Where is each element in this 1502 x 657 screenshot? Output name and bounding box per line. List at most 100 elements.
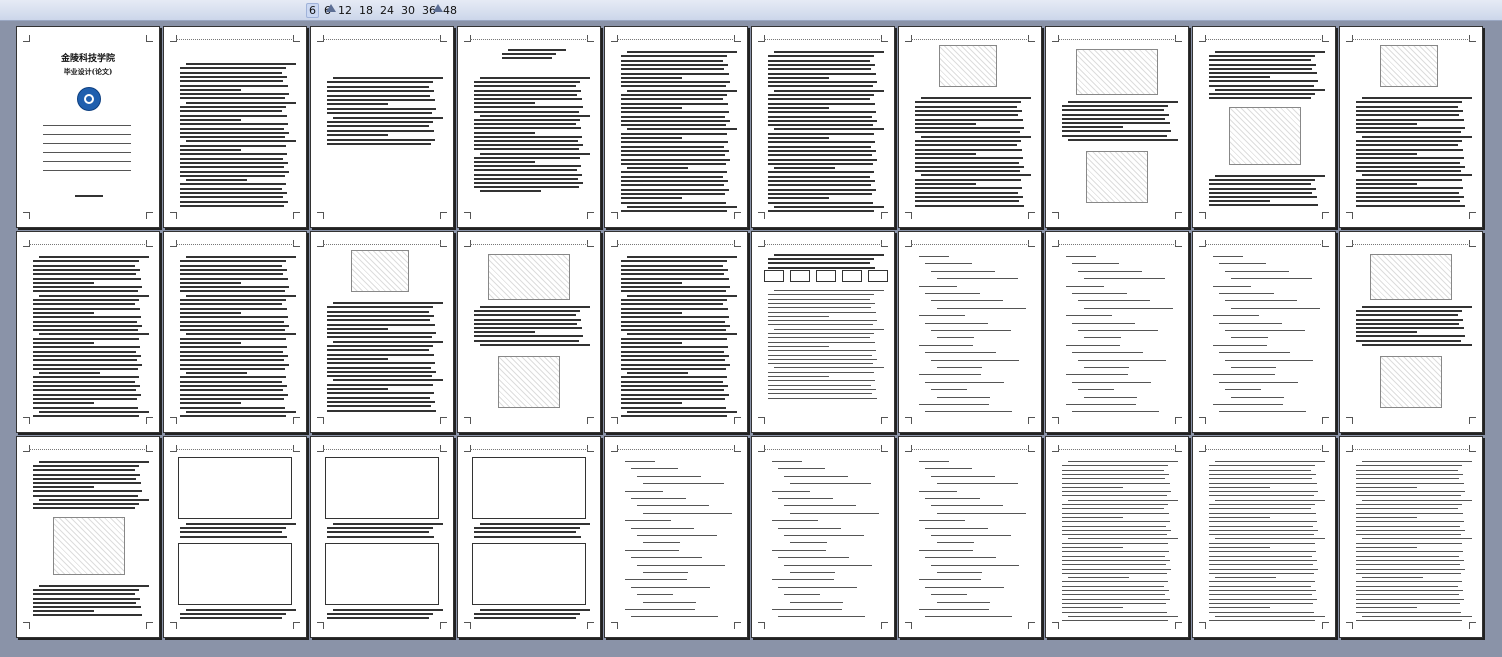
text-line bbox=[627, 128, 737, 131]
text-line bbox=[1356, 178, 1462, 181]
page-thumbnail[interactable] bbox=[1339, 231, 1483, 433]
page-thumbnail[interactable] bbox=[751, 231, 895, 433]
text-line bbox=[1215, 51, 1325, 53]
formula-line bbox=[919, 285, 957, 287]
page-thumbnail[interactable] bbox=[16, 436, 160, 638]
page-thumbnail[interactable] bbox=[898, 231, 1042, 433]
page-thumbnail[interactable] bbox=[1339, 26, 1483, 228]
page-header-line bbox=[323, 244, 441, 245]
page-thumbnail[interactable] bbox=[604, 436, 748, 638]
zoom-option-24[interactable]: 24 bbox=[378, 4, 396, 17]
page-thumbnail[interactable] bbox=[457, 436, 601, 638]
page-thumbnail[interactable] bbox=[310, 436, 454, 638]
text-line bbox=[621, 363, 730, 366]
text-line bbox=[1062, 572, 1167, 574]
page-thumbnail[interactable] bbox=[1192, 436, 1336, 638]
page-thumbnail[interactable] bbox=[457, 231, 601, 433]
text-line bbox=[768, 55, 874, 58]
page-corner-mark bbox=[1028, 622, 1035, 629]
table-block bbox=[178, 543, 292, 605]
page-thumbnail[interactable] bbox=[1045, 231, 1189, 433]
page-thumbnail[interactable] bbox=[898, 26, 1042, 228]
page-thumbnail[interactable] bbox=[751, 26, 895, 228]
zoom-slider[interactable]: 6 6 12 18 24 30 36 48 bbox=[306, 1, 462, 19]
page-corner-mark bbox=[611, 417, 618, 424]
page-thumbnail[interactable] bbox=[1045, 26, 1189, 228]
text-line bbox=[768, 149, 876, 152]
page-header-line bbox=[176, 449, 294, 450]
text-line bbox=[915, 187, 1022, 190]
text-line bbox=[774, 167, 835, 170]
zoom-option-48[interactable]: 48 bbox=[441, 4, 459, 17]
text-line bbox=[180, 106, 286, 108]
text-line bbox=[1356, 568, 1465, 570]
zoom-max-thumb-icon[interactable] bbox=[433, 4, 443, 12]
zoom-option-18[interactable]: 18 bbox=[357, 4, 375, 17]
zoom-min-thumb-icon[interactable] bbox=[326, 4, 336, 12]
formula-line bbox=[1219, 352, 1290, 354]
page-corner-mark bbox=[1322, 240, 1329, 247]
page-thumbnail[interactable] bbox=[310, 231, 454, 433]
page-corner-mark bbox=[1175, 445, 1182, 452]
text-line bbox=[627, 372, 688, 375]
text-line bbox=[180, 80, 283, 83]
page-thumbnail[interactable] bbox=[457, 26, 601, 228]
zoom-current-value[interactable]: 6 bbox=[306, 2, 319, 18]
page-thumbnail[interactable] bbox=[16, 231, 160, 433]
page-corner-mark bbox=[170, 417, 177, 424]
page-thumbnail[interactable]: 金陵科技学院 毕业设计(论文) bbox=[16, 26, 160, 228]
page-corner-mark bbox=[587, 212, 594, 219]
text-line bbox=[1356, 183, 1417, 185]
page-thumbnail[interactable] bbox=[751, 436, 895, 638]
text-line bbox=[621, 192, 725, 195]
text-line bbox=[180, 617, 282, 620]
page-thumbnail[interactable] bbox=[1339, 436, 1483, 638]
page-corner-mark bbox=[23, 417, 30, 424]
text-line bbox=[768, 397, 877, 399]
page-corner-mark bbox=[905, 622, 912, 629]
text-line bbox=[1209, 607, 1270, 609]
text-line bbox=[621, 149, 729, 152]
formula-line bbox=[1219, 293, 1274, 294]
page-thumbnail[interactable] bbox=[163, 231, 307, 433]
text-line bbox=[327, 327, 388, 330]
formula-line bbox=[1072, 322, 1135, 324]
page-corner-mark bbox=[758, 622, 765, 629]
text-line bbox=[621, 119, 730, 122]
page-thumbnail[interactable] bbox=[310, 26, 454, 228]
text-line bbox=[768, 380, 875, 382]
formula-line bbox=[784, 594, 820, 596]
page-thumbnail[interactable] bbox=[604, 26, 748, 228]
text-line bbox=[1062, 491, 1171, 493]
text-line bbox=[180, 363, 289, 366]
text-line bbox=[327, 527, 433, 530]
text-line bbox=[921, 174, 1031, 177]
text-line bbox=[33, 260, 139, 263]
text-line bbox=[1215, 615, 1325, 617]
page-thumbnail[interactable] bbox=[1192, 26, 1336, 228]
formula-line bbox=[625, 461, 655, 462]
text-line bbox=[768, 68, 871, 71]
text-line bbox=[621, 299, 727, 301]
page-header-line bbox=[1352, 449, 1470, 450]
page-thumbnail[interactable] bbox=[1045, 436, 1189, 638]
formula-line bbox=[643, 542, 680, 544]
formula-line bbox=[1066, 344, 1120, 346]
text-line bbox=[474, 144, 583, 147]
text-line bbox=[621, 171, 727, 174]
page-thumbnail[interactable] bbox=[898, 436, 1042, 638]
page-thumbnail[interactable] bbox=[163, 436, 307, 638]
formula-line bbox=[925, 616, 1012, 618]
page-corner-mark bbox=[317, 212, 324, 219]
text-line bbox=[1356, 559, 1464, 561]
text-line bbox=[33, 307, 140, 310]
page-thumbnail[interactable] bbox=[1192, 231, 1336, 433]
text-line bbox=[768, 106, 829, 109]
zoom-option-30[interactable]: 30 bbox=[399, 4, 417, 17]
table-block bbox=[790, 270, 810, 282]
text-line bbox=[327, 349, 429, 352]
page-thumbnail[interactable] bbox=[163, 26, 307, 228]
zoom-option-12[interactable]: 12 bbox=[336, 4, 354, 17]
page-thumbnail[interactable] bbox=[604, 231, 748, 433]
text-line bbox=[1356, 572, 1461, 574]
